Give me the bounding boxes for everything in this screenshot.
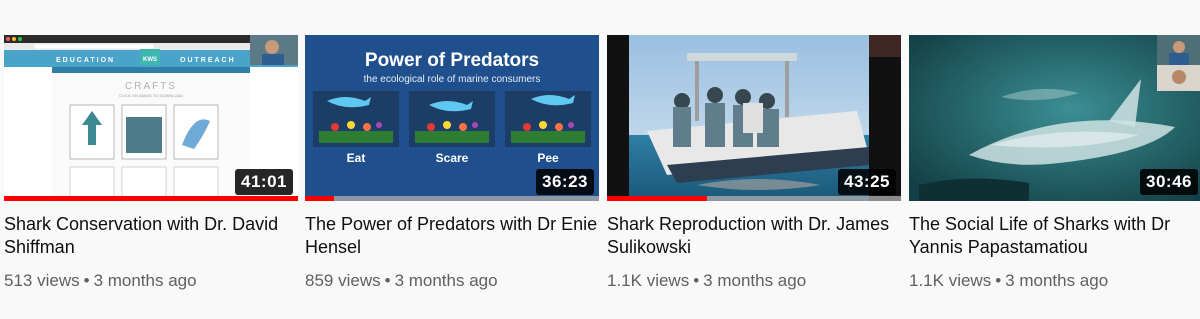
thumb-banner2-text: OUTREACH bbox=[180, 57, 236, 64]
panel-eat-image bbox=[313, 91, 399, 147]
thumb-banner-text: EDUCATION bbox=[56, 57, 115, 64]
video-meta-1: 513 views • 3 months ago bbox=[4, 271, 298, 291]
panel-label-eat: Eat bbox=[347, 151, 366, 165]
watch-progress-fill-2 bbox=[305, 196, 335, 201]
video-thumbnail-1[interactable]: EDUCATION KWS OUTREACH CRAFTS CLICK ON I… bbox=[4, 35, 298, 201]
video-card-2[interactable]: Power of Predators the ecological role o… bbox=[305, 35, 599, 291]
meta-separator-4: • bbox=[995, 271, 1002, 290]
video-duration-2: 36:23 bbox=[536, 169, 594, 195]
video-title-1[interactable]: Shark Conservation with Dr. David Shiffm… bbox=[4, 213, 298, 259]
thumb-slide-subheading: the ecological role of marine consumers bbox=[364, 74, 541, 85]
video-title-4[interactable]: The Social Life of Sharks with Dr Yannis… bbox=[909, 213, 1200, 259]
upload-age-1: 3 months ago bbox=[93, 271, 197, 290]
meta-separator-1: • bbox=[83, 271, 90, 290]
panel-scare-image bbox=[409, 91, 495, 147]
video-thumbnail-4[interactable]: 30:46 bbox=[909, 35, 1200, 201]
video-meta-2: 859 views • 3 months ago bbox=[305, 271, 599, 291]
thumb-logo-text: KWS bbox=[143, 57, 157, 63]
video-card-1[interactable]: EDUCATION KWS OUTREACH CRAFTS CLICK ON I… bbox=[4, 35, 298, 291]
upload-age-3: 3 months ago bbox=[703, 271, 807, 290]
watch-progress-fill-3 bbox=[607, 196, 707, 201]
video-meta-4: 1.1K views • 3 months ago bbox=[909, 271, 1200, 291]
thumb-slide-heading: Power of Predators bbox=[365, 50, 539, 71]
panel-label-pee: Pee bbox=[537, 151, 559, 165]
video-meta-3: 1.1K views • 3 months ago bbox=[607, 271, 901, 291]
watch-progress-bar-1 bbox=[4, 196, 298, 201]
video-thumbnail-2[interactable]: Power of Predators the ecological role o… bbox=[305, 35, 599, 201]
video-card-4[interactable]: 30:46 The Social Life of Sharks with Dr … bbox=[909, 35, 1200, 291]
video-title-3[interactable]: Shark Reproduction with Dr. James Suliko… bbox=[607, 213, 901, 259]
panel-pee-image bbox=[505, 91, 591, 147]
video-duration-3: 43:25 bbox=[838, 169, 896, 195]
view-count-1: 513 views bbox=[4, 271, 80, 290]
video-thumbnail-3[interactable]: 43:25 bbox=[607, 35, 901, 201]
view-count-4: 1.1K views bbox=[909, 271, 992, 290]
view-count-2: 859 views bbox=[305, 271, 381, 290]
watch-progress-fill-1 bbox=[4, 196, 298, 201]
meta-separator-2: • bbox=[384, 271, 391, 290]
view-count-3: 1.1K views bbox=[607, 271, 690, 290]
watch-progress-bar-2 bbox=[305, 196, 599, 201]
thumb-subheading-text: CLICK ON IMAGE TO DOWNLOAD bbox=[119, 93, 183, 98]
video-title-2[interactable]: The Power of Predators with Dr Enie Hens… bbox=[305, 213, 599, 259]
upload-age-4: 3 months ago bbox=[1005, 271, 1109, 290]
upload-age-2: 3 months ago bbox=[394, 271, 498, 290]
panel-label-scare: Scare bbox=[436, 151, 469, 165]
thumb-heading-text: CRAFTS bbox=[125, 81, 177, 92]
watch-progress-bar-3 bbox=[607, 196, 901, 201]
video-card-3[interactable]: 43:25 Shark Reproduction with Dr. James … bbox=[607, 35, 901, 291]
video-duration-4: 30:46 bbox=[1140, 169, 1198, 195]
meta-separator-3: • bbox=[693, 271, 700, 290]
video-duration-1: 41:01 bbox=[235, 169, 293, 195]
